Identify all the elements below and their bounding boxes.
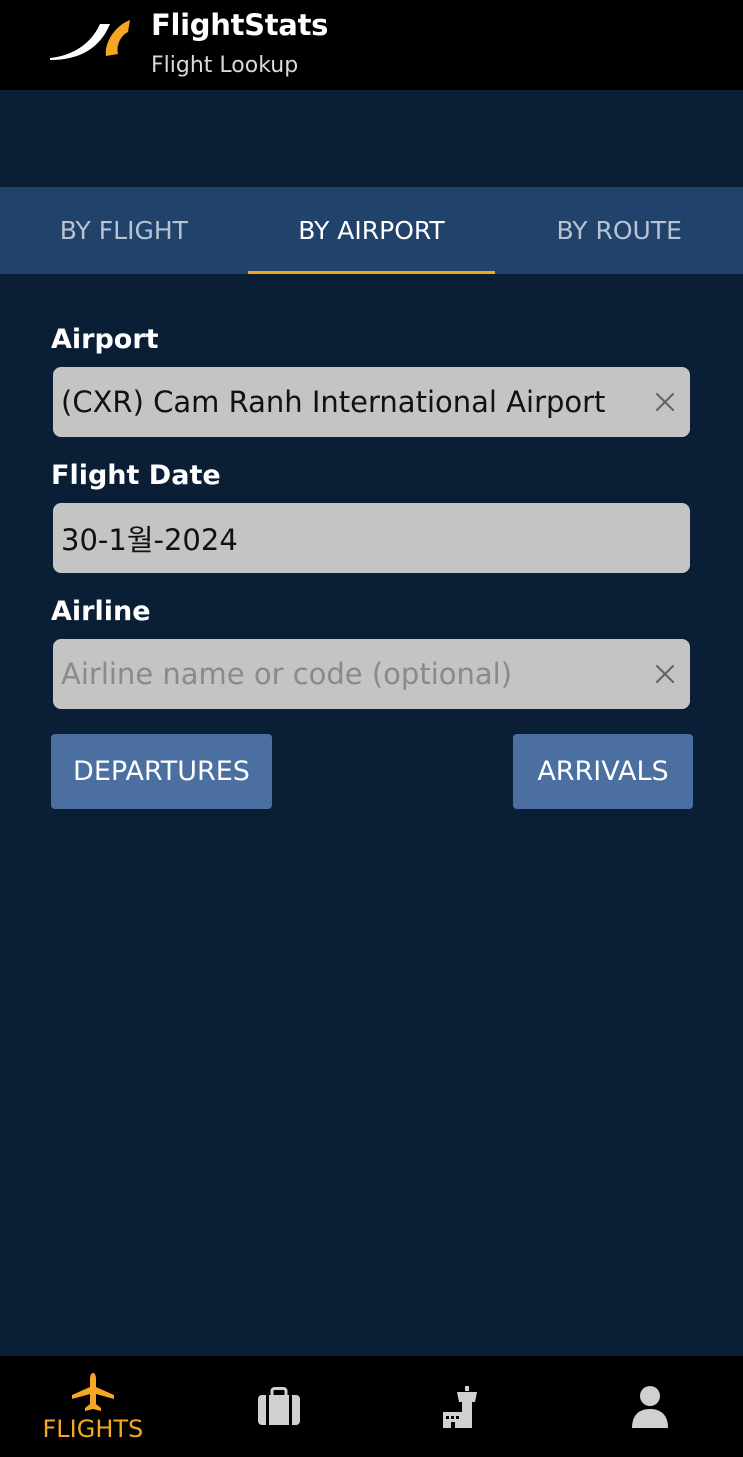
app-subtitle: Flight Lookup bbox=[151, 53, 299, 78]
app-screen: FlightStats Flight Lookup BY FLIGHT BY A… bbox=[0, 0, 743, 1457]
airline-field[interactable]: Airline name or code (optional) bbox=[53, 639, 690, 709]
departures-button[interactable]: DEPARTURES bbox=[51, 734, 272, 809]
airport-clear-button[interactable] bbox=[640, 367, 690, 437]
lookup-tabs: BY FLIGHT BY AIRPORT BY ROUTE bbox=[0, 187, 743, 274]
close-icon bbox=[655, 664, 675, 684]
flight-date-label: Flight Date bbox=[51, 460, 221, 491]
airport-tower-icon bbox=[443, 1385, 478, 1428]
airport-field[interactable]: (CXR) Cam Ranh International Airport bbox=[53, 367, 690, 437]
nav-flights-label: FLIGHTS bbox=[42, 1414, 144, 1443]
tab-by-airport[interactable]: BY AIRPORT bbox=[247, 187, 496, 274]
nav-profile[interactable] bbox=[557, 1356, 743, 1457]
close-icon bbox=[655, 392, 675, 412]
tab-by-route[interactable]: BY ROUTE bbox=[495, 187, 743, 274]
airport-label: Airport bbox=[51, 324, 159, 355]
bottom-navigation: FLIGHTS bbox=[0, 1356, 743, 1457]
arrivals-button[interactable]: ARRIVALS bbox=[513, 734, 693, 809]
app-title: FlightStats bbox=[151, 8, 329, 42]
airline-label: Airline bbox=[51, 596, 151, 627]
nav-trips[interactable] bbox=[186, 1356, 372, 1457]
flightstats-logo bbox=[50, 20, 130, 60]
airplane-icon bbox=[71, 1372, 114, 1411]
airline-clear-button[interactable] bbox=[640, 639, 690, 709]
tab-by-flight[interactable]: BY FLIGHT bbox=[0, 187, 248, 274]
nav-flights[interactable]: FLIGHTS bbox=[0, 1356, 186, 1457]
app-header: FlightStats Flight Lookup bbox=[0, 0, 743, 90]
flight-date-field[interactable]: 30-1월-2024 bbox=[53, 503, 690, 573]
flight-date-input[interactable]: 30-1월-2024 bbox=[53, 517, 690, 559]
nav-airports[interactable] bbox=[372, 1356, 558, 1457]
airline-input[interactable]: Airline name or code (optional) bbox=[53, 657, 640, 691]
airport-input[interactable]: (CXR) Cam Ranh International Airport bbox=[53, 385, 640, 419]
briefcase-icon bbox=[257, 1386, 300, 1425]
profile-icon bbox=[632, 1385, 669, 1428]
